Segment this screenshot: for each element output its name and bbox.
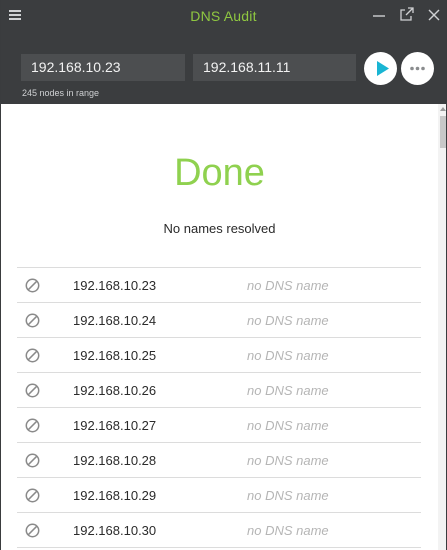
blocked-icon xyxy=(25,453,40,468)
result-ip: 192.168.10.25 xyxy=(73,348,157,363)
more-options-button[interactable] xyxy=(401,52,434,85)
result-dns-name: no DNS name xyxy=(247,418,329,433)
vertical-scrollbar[interactable] xyxy=(438,104,446,550)
result-ip: 192.168.10.24 xyxy=(73,313,157,328)
toolbar: 245 nodes in range xyxy=(1,32,446,104)
blocked-icon xyxy=(25,348,40,363)
title-bar: DNS Audit xyxy=(1,0,446,32)
result-row[interactable]: 192.168.10.27 no DNS name xyxy=(17,408,421,443)
result-dns-name: no DNS name xyxy=(247,383,329,398)
result-dns-name: no DNS name xyxy=(247,348,329,363)
result-dns-name: no DNS name xyxy=(247,488,329,503)
blocked-icon xyxy=(25,278,40,293)
result-ip: 192.168.10.23 xyxy=(73,278,157,293)
blocked-icon xyxy=(25,488,40,503)
result-row[interactable]: 192.168.10.29 no DNS name xyxy=(17,478,421,513)
result-dns-name: no DNS name xyxy=(247,523,329,538)
start-ip-input[interactable] xyxy=(21,54,185,81)
blocked-icon xyxy=(25,418,40,433)
result-row[interactable]: 192.168.10.30 no DNS name xyxy=(17,513,421,548)
result-row[interactable]: 192.168.10.23 no DNS name xyxy=(17,268,421,303)
scroll-thumb[interactable] xyxy=(440,116,446,148)
play-icon xyxy=(377,61,389,76)
status-subtitle: No names resolved xyxy=(163,221,276,236)
range-count: 245 nodes in range xyxy=(22,88,100,98)
result-row[interactable]: 192.168.10.24 no DNS name xyxy=(17,303,421,338)
close-icon[interactable] xyxy=(424,5,444,25)
blocked-icon xyxy=(25,313,40,328)
result-row[interactable]: 192.168.10.25 no DNS name xyxy=(17,338,421,373)
more-horizontal-icon xyxy=(410,66,425,71)
result-row[interactable]: 192.168.10.28 no DNS name xyxy=(17,443,421,478)
blocked-icon xyxy=(25,383,40,398)
result-ip: 192.168.10.26 xyxy=(73,383,157,398)
results-panel: Done No names resolved 192.168.10.23 no D… xyxy=(1,104,446,550)
minimize-icon[interactable] xyxy=(370,5,390,25)
result-dns-name: no DNS name xyxy=(247,278,329,293)
results-list: 192.168.10.23 no DNS name 192.168.10.24 no … xyxy=(17,267,421,548)
blocked-icon xyxy=(25,523,40,538)
result-ip: 192.168.10.30 xyxy=(73,523,157,538)
result-dns-name: no DNS name xyxy=(247,313,329,328)
run-button[interactable] xyxy=(364,52,397,85)
result-ip: 192.168.10.28 xyxy=(73,453,157,468)
result-ip: 192.168.10.29 xyxy=(73,488,157,503)
end-ip-input[interactable] xyxy=(193,54,356,81)
status-title: Done xyxy=(174,152,265,194)
result-dns-name: no DNS name xyxy=(247,453,329,468)
result-ip: 192.168.10.27 xyxy=(73,418,157,433)
result-row[interactable]: 192.168.10.26 no DNS name xyxy=(17,373,421,408)
popout-icon[interactable] xyxy=(397,5,417,25)
app-window: DNS Audit 245 nodes in range xyxy=(0,0,447,550)
scroll-up-icon[interactable] xyxy=(440,107,446,111)
